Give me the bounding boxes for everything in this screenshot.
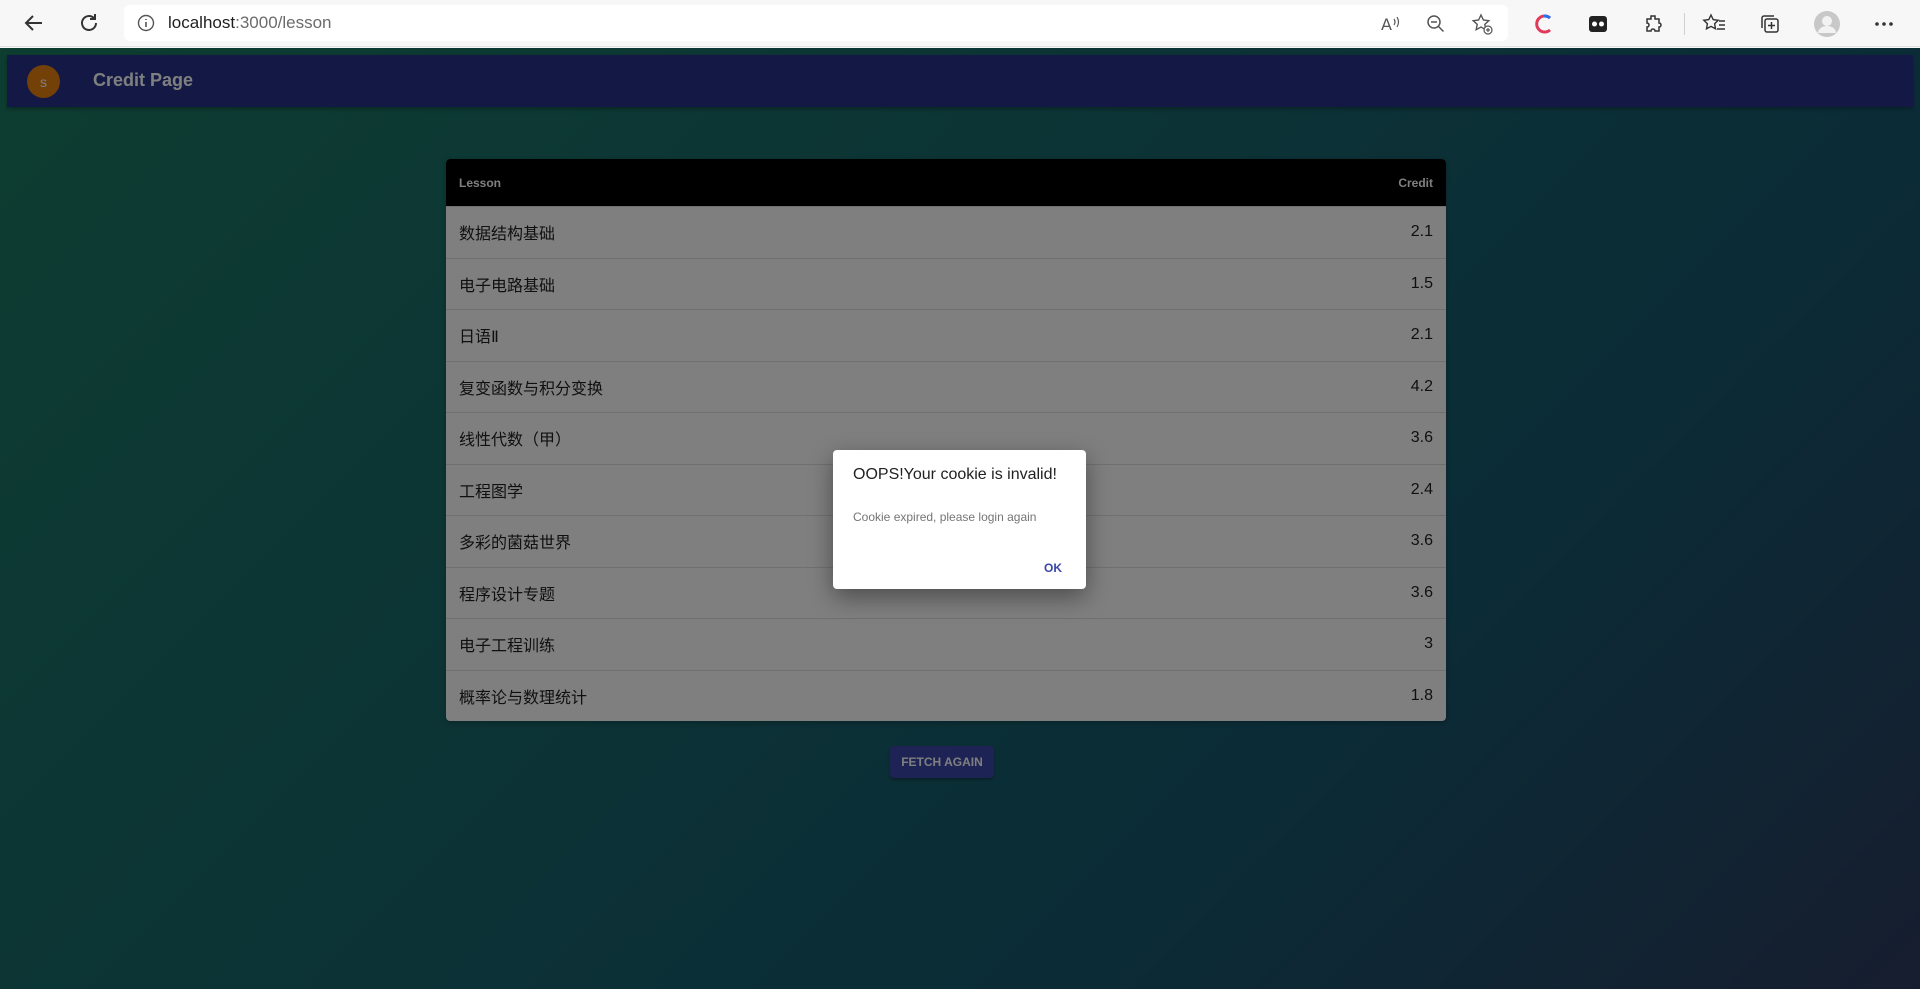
url-text[interactable]: localhost:3000/lesson [168, 13, 332, 33]
svg-text:A: A [1381, 15, 1392, 33]
url-path: :3000/lesson [235, 13, 332, 32]
profile-avatar-icon[interactable] [1813, 10, 1841, 38]
site-info-icon[interactable] [124, 14, 168, 32]
refresh-button[interactable] [71, 6, 107, 40]
back-button[interactable] [16, 6, 52, 40]
cookie-invalid-dialog: OOPS!Your cookie is invalid! Cookie expi… [833, 450, 1086, 589]
extension-icon[interactable] [1584, 10, 1612, 38]
url-host: localhost [168, 13, 236, 32]
refresh-icon [81, 14, 97, 31]
dialog-title: OOPS!Your cookie is invalid! [853, 466, 1057, 483]
collections-icon[interactable] [1756, 10, 1784, 38]
copilot-extension-icon[interactable] [1530, 10, 1558, 38]
add-favorite-icon[interactable] [1471, 13, 1493, 35]
dialog-message: Cookie expired, please login again [853, 510, 1037, 524]
zoom-out-icon[interactable] [1425, 13, 1447, 35]
toolbar-divider [1684, 13, 1685, 35]
address-bar[interactable]: localhost:3000/lesson A [124, 5, 1508, 41]
browser-toolbar: localhost:3000/lesson A [0, 0, 1920, 47]
ok-button[interactable]: OK [1044, 561, 1062, 575]
favorites-icon[interactable] [1700, 10, 1728, 38]
read-aloud-icon[interactable]: A [1380, 13, 1402, 35]
back-arrow-icon [24, 15, 42, 31]
more-menu-icon[interactable] [1870, 10, 1898, 38]
extensions-puzzle-icon[interactable] [1640, 10, 1668, 38]
